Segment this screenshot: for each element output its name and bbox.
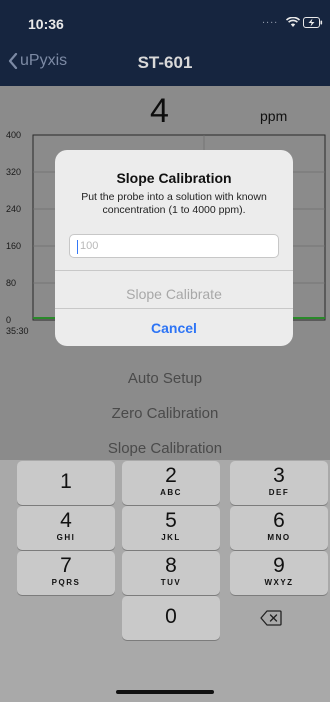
key-2[interactable]: 2 ABC [122,461,220,505]
key-letters: GHI [56,533,76,542]
nav-title: ST-601 [137,53,193,72]
y-tick-label: 400 [6,130,22,140]
dialog-message: Put the probe into a solution with known… [81,191,267,216]
key-number: 7 [60,554,72,577]
key-number: 3 [273,464,285,487]
key-1[interactable]: 1 [17,461,115,505]
key-number: 5 [165,509,177,532]
key-number: 9 [273,554,285,577]
key-letters: TUV [160,578,182,587]
text-cursor [77,240,78,254]
key-letters: JKL [161,533,181,542]
signal-dots: .... [262,14,279,26]
key-letters: PQRS [51,578,81,587]
delete-key[interactable] [222,596,320,640]
slope-calibration-button[interactable]: Slope Calibration [0,440,330,457]
auto-setup-button[interactable]: Auto Setup [0,370,330,387]
divider [55,308,293,309]
key-7[interactable]: 7 PQRS [17,551,115,595]
dialog-title: Slope Calibration [116,170,232,186]
y-tick-label: 320 [6,167,22,177]
key-number: 6 [273,509,285,532]
reading-unit: ppm [260,108,288,124]
top-bar: 10:36 .... uPyxis ST-601 [0,0,330,86]
key-number: 4 [60,509,72,532]
key-3[interactable]: 3 DEF [230,461,328,505]
cancel-button[interactable]: Cancel [55,320,293,336]
key-number: 0 [165,605,177,628]
divider [55,270,293,271]
y-tick-label: 0 [6,315,12,325]
wifi-icon [285,15,301,33]
key-letters: MNO [267,533,291,542]
key-number: 8 [165,554,177,577]
reading-value: 4 [150,92,169,130]
y-tick-label: 240 [6,204,22,214]
key-number: 1 [60,470,72,493]
key-number: 2 [165,464,177,487]
key-letters: ABC [160,488,182,497]
y-tick-label: 160 [6,241,22,251]
app-screen: 10:36 .... uPyxis ST-601 4 ppm 400 320 2… [0,0,330,702]
slope-calibrate-button[interactable]: Slope Calibrate [55,286,293,302]
battery-charging-icon [303,15,323,33]
key-letters: WXYZ [264,578,294,587]
key-letters: DEF [268,488,290,497]
zero-calibration-button[interactable]: Zero Calibration [0,405,330,422]
input-placeholder: 100 [80,240,99,252]
key-0[interactable]: 0 [122,596,220,640]
key-5[interactable]: 5 JKL [122,506,220,550]
key-8[interactable]: 8 TUV [122,551,220,595]
backspace-icon [260,610,282,626]
key-4[interactable]: 4 GHI [17,506,115,550]
status-time: 10:36 [28,16,64,32]
y-tick-label: 80 [6,278,17,288]
concentration-input[interactable]: 100 [69,234,279,258]
x-tick-label: 35:30 [6,326,29,336]
home-indicator [116,690,214,694]
key-9[interactable]: 9 WXYZ [230,551,328,595]
key-6[interactable]: 6 MNO [230,506,328,550]
